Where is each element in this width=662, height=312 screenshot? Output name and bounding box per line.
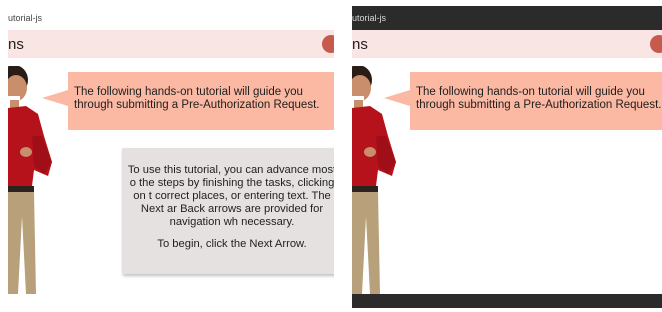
tab-label: utorial-js xyxy=(352,6,662,30)
instructions-text: To use this tutorial, you can advance mo… xyxy=(127,164,334,228)
header-band: ns xyxy=(352,30,662,58)
tab-label: utorial-js xyxy=(8,13,43,23)
intro-callout: The following hands-on tutorial will gui… xyxy=(384,72,662,130)
header-band: ns xyxy=(8,30,334,58)
menu-button[interactable] xyxy=(322,35,334,53)
intro-callout-text: The following hands-on tutorial will gui… xyxy=(416,86,662,111)
bottom-bar xyxy=(352,294,662,308)
intro-callout: The following hands-on tutorial will gui… xyxy=(42,72,334,130)
instructions-begin-text: To begin, click the Next Arrow. xyxy=(157,238,307,250)
page-title: ns xyxy=(352,36,368,53)
intro-callout-text: The following hands-on tutorial will gui… xyxy=(74,86,320,111)
menu-button[interactable] xyxy=(650,35,662,53)
instructions-box: To use this tutorial, you can advance mo… xyxy=(122,148,334,274)
page-title: ns xyxy=(8,36,24,53)
tutorial-view-left: utorial-js ns The following hands-on tut… xyxy=(8,6,334,308)
tutorial-view-right: utorial-js ns The following hands-on tut… xyxy=(352,6,662,308)
